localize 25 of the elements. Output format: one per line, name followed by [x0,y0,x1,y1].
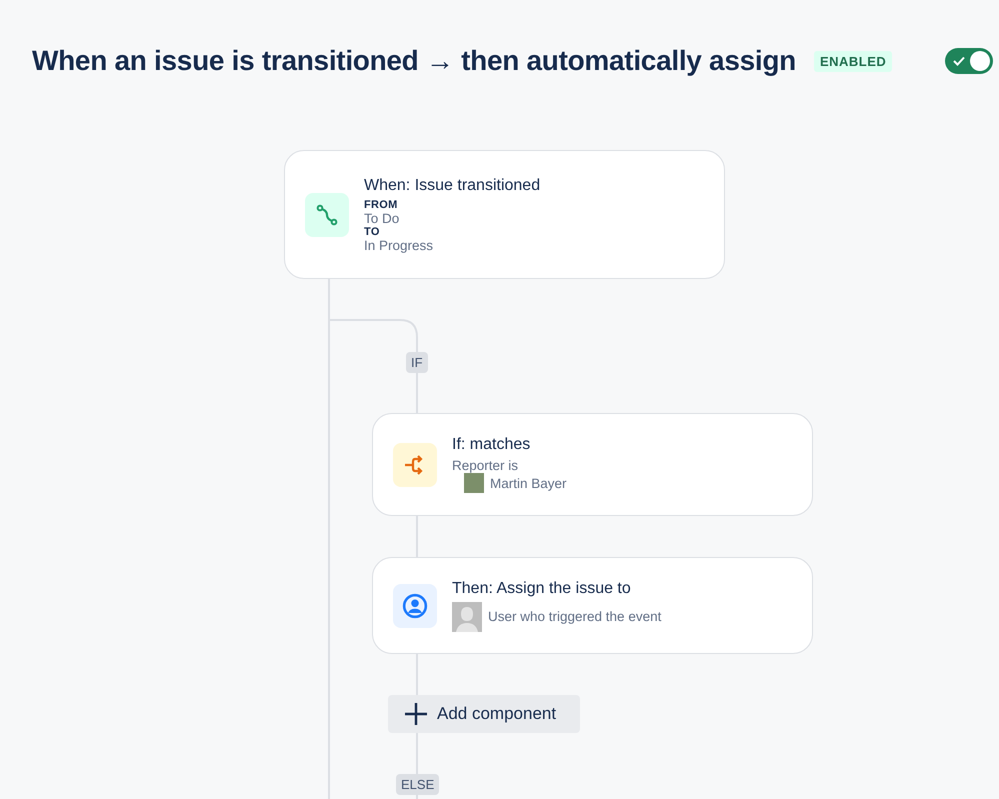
action-card[interactable]: Then: Assign the issue to User who triggered the event [372,557,813,654]
avatar-placeholder [464,473,484,493]
user-name: User who triggered the event [488,609,662,624]
condition-text: Reporter is [452,458,520,473]
trigger-card[interactable]: When: Issue transitioned FROM To Do TO In Progress [284,150,725,279]
user-name: Martin Bayer [490,476,567,490]
field-label: TO [364,226,381,238]
unknown-user-icon [452,602,482,632]
node-title: When: Issue transitioned [364,176,540,194]
field-value: To Do [364,210,400,226]
enable-toggle[interactable] [945,48,993,74]
check-icon [953,56,965,66]
node-title: Then: Assign the issue to [452,580,632,598]
plus-icon [404,702,428,726]
rule-title: When an issue is transitioned → then automatically assign [32,45,796,77]
branch-icon [393,442,437,486]
field-label: FROM [364,198,399,210]
node-title: If: matches [452,436,532,454]
status-badge: ENABLED [814,50,892,72]
else-label: ELSE [396,774,440,795]
field-value: In Progress [364,238,434,252]
if-label: IF [406,352,428,373]
condition-card[interactable]: If: matches Reporter is Martin Bayer [372,413,813,516]
route-icon [305,192,349,236]
add-component-button[interactable]: Add component [388,695,580,733]
